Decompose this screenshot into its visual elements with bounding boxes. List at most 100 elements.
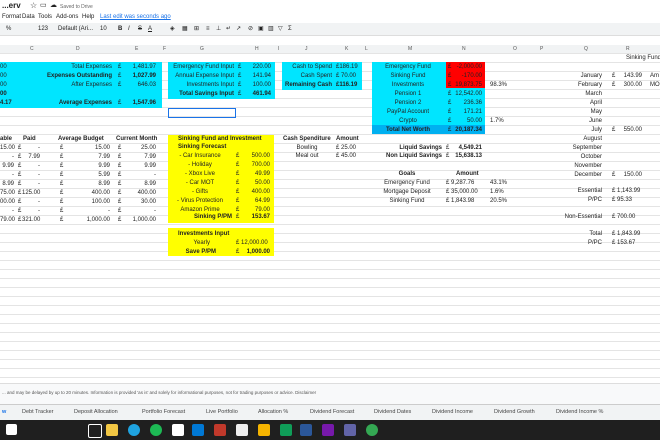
budget-cell[interactable]: 75.00	[0, 189, 15, 197]
ppc-value[interactable]: £ 153.67	[612, 239, 635, 247]
budget-paid[interactable]: 321.00	[22, 216, 40, 224]
col-header[interactable]: L	[365, 46, 368, 52]
borders-icon[interactable]: ▦	[182, 25, 188, 33]
valign-icon[interactable]: ⊥	[216, 25, 221, 33]
networth-row-value[interactable]: 20,187.34	[454, 126, 482, 134]
budget-average[interactable]: -	[66, 207, 110, 215]
budget-average[interactable]: 9.99	[66, 162, 110, 170]
budget-paid[interactable]: 125.00	[22, 189, 40, 197]
task-view-icon[interactable]	[88, 424, 102, 438]
app-icon[interactable]	[258, 424, 270, 436]
store-icon[interactable]	[192, 424, 204, 436]
cell[interactable]: 00	[0, 63, 7, 71]
budget-paid[interactable]: -	[22, 198, 40, 206]
networth-row-value[interactable]: -2,000.00	[454, 63, 482, 71]
budget-current[interactable]: 7.99	[124, 153, 156, 161]
budget-paid[interactable]: -	[22, 171, 40, 179]
budget-current[interactable]: -	[124, 207, 156, 215]
budget-cell[interactable]: 00.00	[0, 198, 15, 206]
budget-average[interactable]: 7.99	[66, 153, 110, 161]
cash-row-value[interactable]: £ 45.00	[336, 152, 356, 160]
month-value[interactable]: 143.99	[618, 72, 642, 80]
budget-paid[interactable]: -	[22, 207, 40, 215]
networth-row-value[interactable]: 12,542.00	[454, 90, 482, 98]
edge-icon[interactable]	[128, 424, 140, 436]
font-size-select[interactable]: 10	[100, 25, 107, 33]
budget-cell[interactable]: -	[0, 153, 14, 161]
nonessential-value[interactable]: £ 700.00	[612, 213, 635, 221]
budget-current[interactable]: 1,000.00	[124, 216, 156, 224]
sheet-tab[interactable]: Dividend Growth	[494, 409, 535, 415]
budget-average[interactable]: 8.99	[66, 180, 110, 188]
income-row-value[interactable]: 141.94	[244, 72, 271, 80]
move-icon[interactable]: ▭	[40, 2, 47, 10]
cell[interactable]: 00	[0, 90, 7, 98]
month-value[interactable]: 550.00	[618, 126, 642, 134]
menu-data[interactable]: Data	[22, 13, 35, 21]
budget-cell[interactable]: -	[0, 207, 14, 215]
total-expenses-value[interactable]: 1,481.97	[125, 63, 156, 71]
goal-row-value[interactable]: £ 35,000.00	[446, 188, 478, 196]
cell[interactable]: 4.17	[0, 99, 12, 107]
sinking-row-value[interactable]: 49.99	[242, 170, 270, 178]
budget-paid[interactable]: -	[22, 162, 40, 170]
sinking-row-value[interactable]: 500.00	[242, 152, 270, 160]
after-expenses-value[interactable]: 646.03	[125, 81, 156, 89]
sheet-tab-active[interactable]: w	[2, 409, 6, 415]
teams-icon[interactable]	[344, 424, 356, 436]
sinking-row-value[interactable]: 64.99	[242, 197, 270, 205]
avg-expenses-value[interactable]: 1,547.96	[125, 99, 156, 107]
menu-format[interactable]: Format	[2, 13, 21, 21]
fill-color-icon[interactable]: ◈	[170, 25, 175, 33]
month-value[interactable]: 150.00	[618, 171, 642, 179]
budget-cell[interactable]: 9.99	[0, 162, 14, 170]
col-header[interactable]: N	[462, 46, 466, 52]
amazon-icon[interactable]	[172, 424, 184, 436]
budget-current[interactable]: 400.00	[124, 189, 156, 197]
cell[interactable]: 00	[0, 72, 7, 80]
col-header[interactable]: R	[626, 46, 630, 52]
save-ppm-value[interactable]: 1,000.00	[242, 248, 270, 256]
networth-row-value[interactable]: 171.21	[454, 108, 482, 116]
liquid-savings-value[interactable]: 4,549.21	[452, 144, 482, 152]
sheet-tab[interactable]: Allocation %	[258, 409, 288, 415]
sinking-row-value[interactable]: 50.00	[242, 179, 270, 187]
col-header[interactable]: C	[30, 46, 34, 52]
sheet-tab[interactable]: Dividend Income %	[556, 409, 603, 415]
col-header[interactable]: J	[305, 46, 308, 52]
text-color-button[interactable]: A	[148, 25, 152, 33]
functions-icon[interactable]: Σ	[288, 25, 292, 33]
word-icon[interactable]	[300, 424, 312, 436]
col-header[interactable]: F	[163, 46, 166, 52]
budget-paid[interactable]: 7.99	[22, 153, 40, 161]
income-row-value[interactable]: 461.94	[244, 90, 271, 98]
nonliquid-savings-value[interactable]: 15,638.13	[452, 152, 482, 160]
sheet-tab[interactable]: Live Portfolio	[206, 409, 238, 415]
networth-row-value[interactable]: 236.36	[454, 99, 482, 107]
rotate-icon[interactable]: ↗	[236, 25, 241, 33]
file-explorer-icon[interactable]	[106, 424, 118, 436]
sheet-tab[interactable]: Debt Tracker	[22, 409, 53, 415]
italic-button[interactable]: I	[128, 25, 130, 33]
sinking-row-value[interactable]: 400.00	[242, 188, 270, 196]
link-icon[interactable]: ⊘	[248, 25, 253, 33]
yearly-value[interactable]: £ 12,000.00	[236, 239, 268, 247]
chrome-icon[interactable]	[366, 424, 378, 436]
cash-spend-value[interactable]: £186.19	[336, 63, 358, 71]
ppc-value[interactable]: £ 95.33	[612, 196, 632, 204]
menu-addons[interactable]: Add-ons	[56, 13, 78, 21]
sinking-row-value[interactable]: 700.00	[242, 161, 270, 169]
budget-cell[interactable]: 8.99	[0, 180, 14, 188]
budget-current[interactable]: 8.99	[124, 180, 156, 188]
col-header[interactable]: H	[255, 46, 259, 52]
windows-start-icon[interactable]	[6, 424, 17, 435]
budget-average[interactable]: 400.00	[66, 189, 110, 197]
budget-average[interactable]: 1,000.00	[66, 216, 110, 224]
budget-current[interactable]: 25.00	[124, 144, 156, 152]
col-header[interactable]: I	[278, 46, 279, 52]
mail-icon[interactable]	[236, 424, 248, 436]
star-icon[interactable]: ☆	[30, 2, 37, 10]
budget-current[interactable]: 9.99	[124, 162, 156, 170]
menu-tools[interactable]: Tools	[38, 13, 52, 21]
essential-value[interactable]: £ 1,143.99	[612, 187, 640, 195]
